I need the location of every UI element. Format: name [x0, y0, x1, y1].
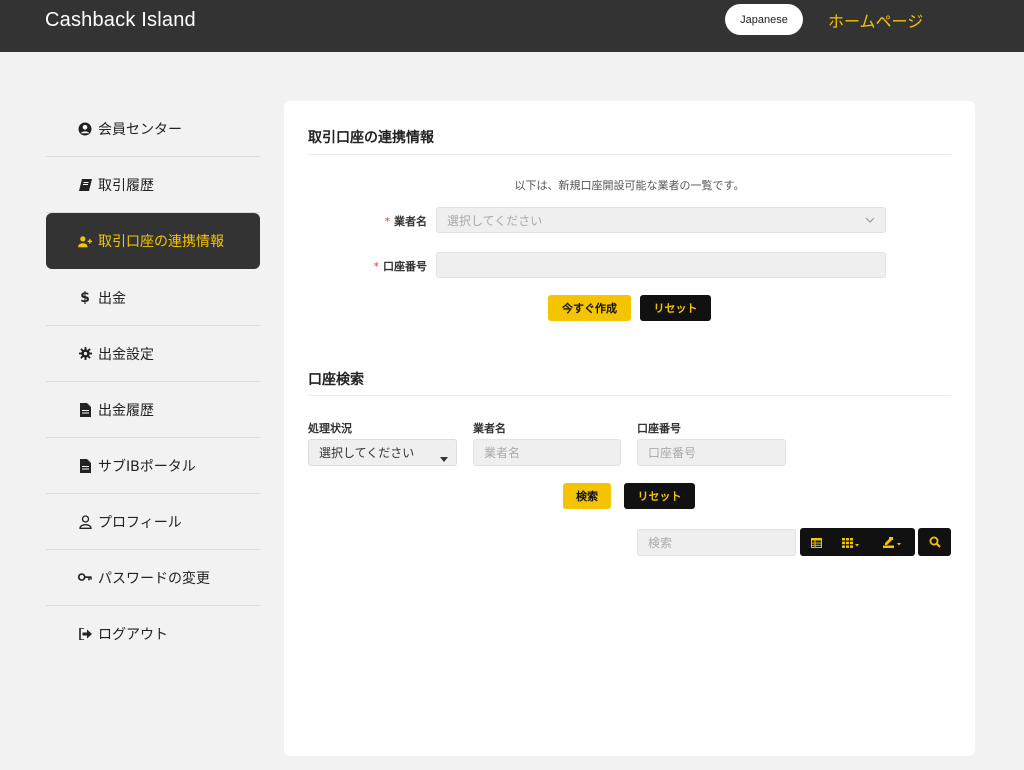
sidebar-item-label: 出金 — [98, 290, 126, 307]
table-search-button[interactable] — [918, 528, 951, 556]
user-circle-icon — [78, 122, 92, 136]
sidebar-item-label: 出金履歴 — [98, 402, 154, 419]
search-icon — [929, 533, 941, 552]
account-label-text: 口座番号 — [383, 260, 427, 273]
reset-button[interactable]: リセット — [640, 295, 711, 321]
account-search-title: 口座検索 — [308, 372, 364, 388]
table-toolbar — [800, 528, 915, 556]
table-search-input[interactable]: 検索 — [637, 529, 796, 556]
broker-filter-placeholder: 業者名 — [484, 446, 521, 460]
status-filter-select[interactable]: 選択してください — [308, 439, 457, 466]
homepage-link[interactable]: ホームページ — [828, 8, 923, 32]
sidebar-item-withdraw[interactable]: $ 出金 — [46, 270, 260, 326]
dollar-icon: $ — [80, 289, 90, 306]
caret-down-icon — [440, 451, 448, 465]
export-icon — [882, 533, 903, 552]
book-icon — [78, 178, 92, 192]
sign-out-icon — [78, 627, 92, 641]
section-divider — [308, 154, 951, 155]
columns-grid-icon — [842, 533, 860, 552]
account-number-input[interactable] — [436, 252, 886, 278]
sidebar-menu: 会員センター 取引履歴 取引口座の連携情報 $ 出金 出金設定 出金履歴 サブI… — [46, 101, 260, 662]
status-filter-label: 処理状況 — [308, 422, 352, 435]
sidebar-item-label: 会員センター — [98, 121, 182, 138]
sidebar-item-withdraw-settings[interactable]: 出金設定 — [46, 326, 260, 382]
sidebar-item-trade-history[interactable]: 取引履歴 — [46, 157, 260, 213]
table-view-button[interactable] — [800, 528, 832, 556]
sidebar-item-logout[interactable]: ログアウト — [46, 606, 260, 662]
account-filter-placeholder: 口座番号 — [648, 446, 697, 460]
required-mark: * — [373, 260, 380, 273]
sidebar-item-withdraw-history[interactable]: 出金履歴 — [46, 382, 260, 438]
search-reset-button[interactable]: リセット — [624, 483, 695, 509]
broker-filter-label: 業者名 — [473, 422, 506, 435]
table-search-placeholder: 検索 — [648, 536, 673, 550]
table-icon — [810, 533, 822, 552]
required-mark: * — [384, 215, 391, 228]
top-navbar: Cashback Island Japanese ホームページ — [0, 0, 1024, 52]
sidebar-item-label: パスワードの変更 — [98, 570, 210, 587]
broker-filter-input[interactable]: 業者名 — [473, 439, 621, 466]
key-icon — [78, 571, 92, 585]
sidebar-item-member-center[interactable]: 会員センター — [46, 101, 260, 157]
link-form-title: 取引口座の連携情報 — [308, 130, 434, 146]
account-filter-label: 口座番号 — [637, 422, 681, 435]
broker-select[interactable]: 選択してください — [436, 207, 886, 233]
main-content-card: 取引口座の連携情報 以下は、新規口座開設可能な業者の一覧です。 * 業者名 選択し… — [284, 101, 975, 756]
sidebar-item-label: 出金設定 — [98, 346, 154, 363]
sidebar-item-label: プロフィール — [98, 514, 182, 531]
sidebar-item-label: ログアウト — [98, 627, 168, 643]
account-filter-input[interactable]: 口座番号 — [637, 439, 786, 466]
broker-list-note: 以下は、新規口座開設可能な業者の一覧です。 — [514, 179, 745, 192]
document-icon — [78, 458, 92, 473]
chevron-down-icon — [865, 214, 875, 228]
sidebar-item-profile[interactable]: プロフィール — [46, 494, 260, 550]
language-button[interactable]: Japanese — [725, 4, 803, 35]
document-icon — [78, 402, 92, 417]
sidebar-item-label: サブIBポータル — [98, 458, 196, 475]
broker-select-placeholder: 選択してください — [447, 213, 543, 228]
brand-logo-text[interactable]: Cashback Island — [45, 9, 196, 32]
status-filter-value: 選択してください — [319, 446, 415, 460]
search-button[interactable]: 検索 — [563, 483, 611, 509]
user-plus-icon — [78, 234, 92, 248]
sidebar-item-account-link[interactable]: 取引口座の連携情報 — [46, 213, 260, 269]
sidebar-item-sub-ib-portal[interactable]: サブIBポータル — [46, 438, 260, 494]
gear-icon — [78, 347, 92, 361]
columns-toggle-button[interactable] — [832, 528, 870, 556]
section-divider — [308, 395, 951, 396]
sidebar-item-label: 取引口座の連携情報 — [98, 234, 224, 250]
broker-field-label: * 業者名 — [364, 213, 428, 229]
broker-label-text: 業者名 — [394, 215, 427, 228]
export-button[interactable] — [870, 528, 915, 556]
sidebar-item-label: 取引履歴 — [98, 177, 154, 194]
user-outline-icon — [78, 514, 92, 529]
create-now-button[interactable]: 今すぐ作成 — [548, 295, 631, 321]
account-field-label: * 口座番号 — [364, 258, 428, 274]
sidebar-item-change-password[interactable]: パスワードの変更 — [46, 550, 260, 606]
